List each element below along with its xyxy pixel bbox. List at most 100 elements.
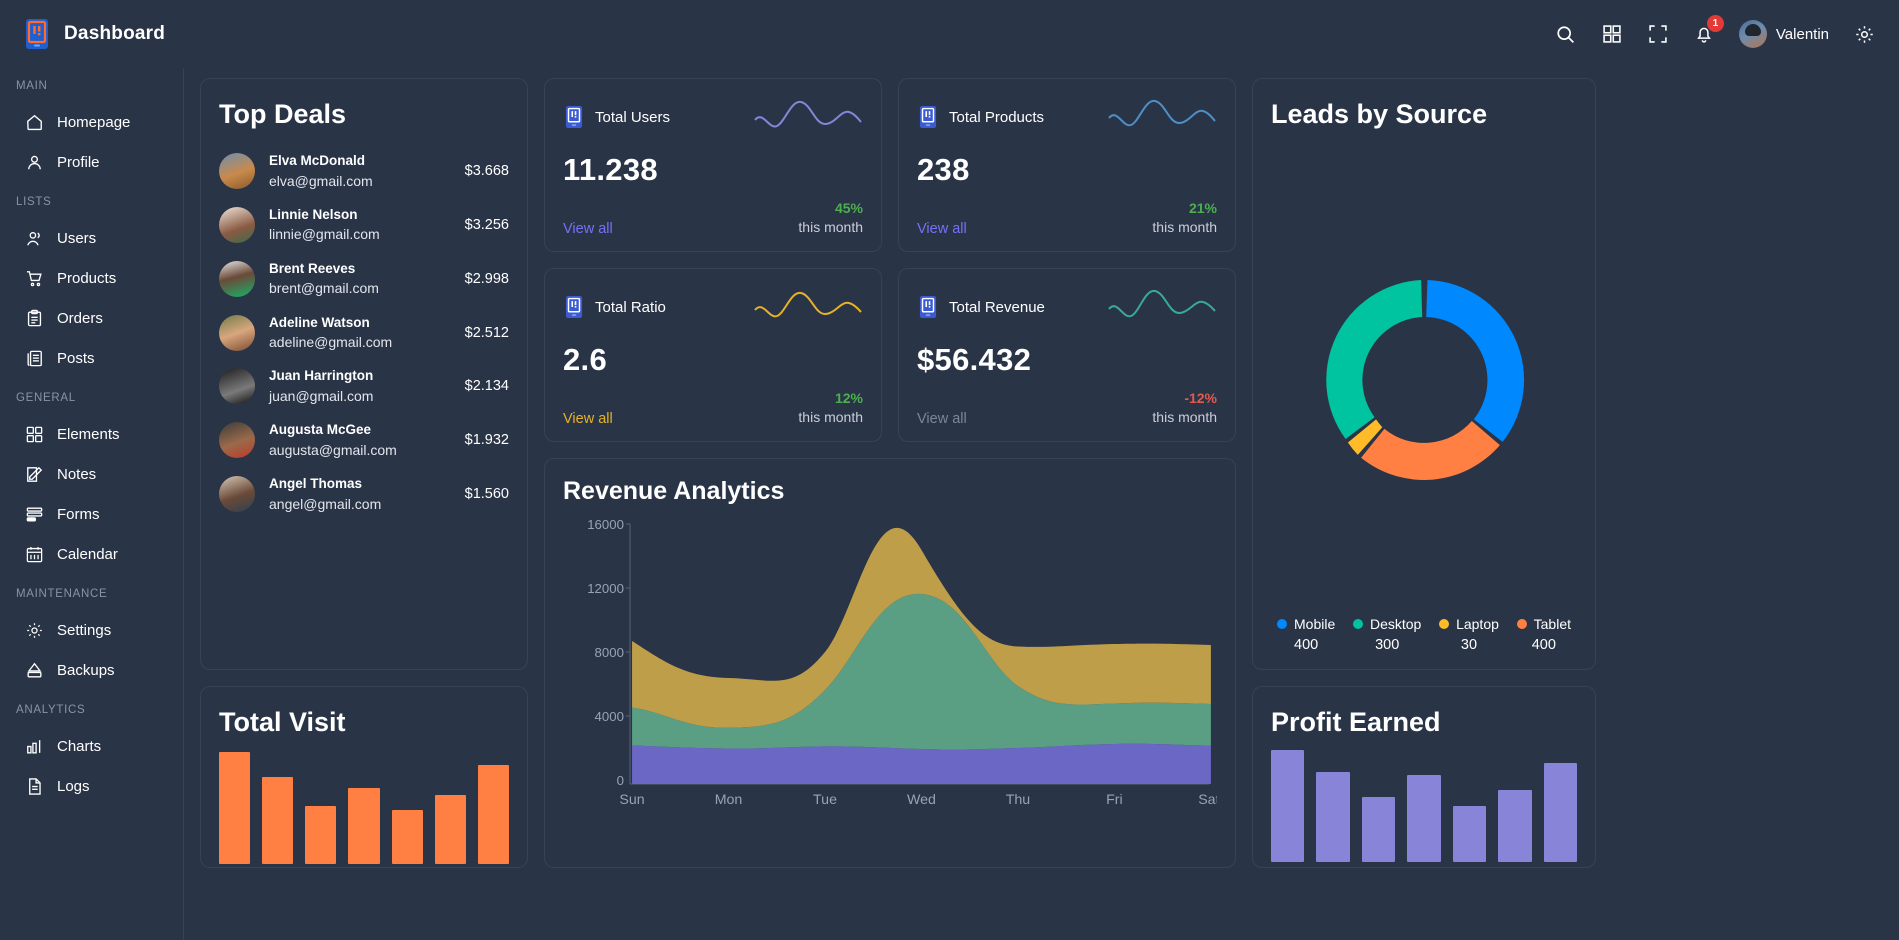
svg-text:Sun: Sun [619, 791, 644, 807]
sidebar-item-homepage[interactable]: Homepage [0, 102, 173, 142]
user-menu[interactable]: Valentin [1739, 20, 1829, 48]
sidebar: MAIN Homepage Profile [0, 68, 184, 940]
kpi-percent: 45% [798, 199, 863, 218]
sidebar-item-forms[interactable]: Forms [0, 494, 173, 534]
sidebar-item-label: Homepage [57, 114, 130, 131]
legend-dot [1353, 619, 1363, 629]
sidebar-item-notes[interactable]: Notes [0, 454, 173, 494]
list-item[interactable]: Linnie Nelson linnie@gmail.com $3.256 [219, 198, 509, 252]
sidebar-item-logs[interactable]: Logs [0, 766, 173, 806]
elements-grid-icon [24, 424, 44, 444]
bar [1271, 750, 1304, 862]
bar [1498, 790, 1531, 862]
user-name: Valentin [1776, 26, 1829, 43]
svg-text:8000: 8000 [595, 645, 624, 660]
sidebar-item-products[interactable]: Products [0, 258, 173, 298]
page-title: Top Deals [219, 99, 509, 130]
kpi-card-total-users: Total Users 11.238 View all 45% this mon… [544, 78, 882, 252]
list-item[interactable]: Elva McDonald elva@gmail.com $3.668 [219, 144, 509, 198]
svg-text:Mon: Mon [715, 791, 743, 807]
posts-icon [24, 348, 44, 368]
sidebar-group-general: GENERAL Elements [0, 382, 183, 574]
list-item[interactable]: Angel Thomas angel@gmail.com $1.560 [219, 467, 509, 521]
list-item[interactable]: Adeline Watson adeline@gmail.com $2.512 [219, 306, 509, 360]
kpi-card-total-products: Total Products 238 View all 21% this mon… [898, 78, 1236, 252]
sidebar-group-main: MAIN Homepage Profile [0, 70, 183, 182]
main-content: Top Deals Elva McDonald elva@gmail.com $… [184, 68, 1899, 940]
sidebar-group-lists: LISTS Users [0, 186, 183, 378]
deal-name: Angel Thomas [269, 474, 451, 494]
avatar [219, 153, 255, 189]
profit-earned-panel: Profit Earned [1252, 686, 1596, 868]
view-all-link[interactable]: View all [563, 221, 613, 237]
sidebar-group-title: ANALYTICS [0, 694, 183, 726]
kpi-period: this month [798, 218, 863, 237]
sidebar-item-elements[interactable]: Elements [0, 414, 173, 454]
app-logo-icon [917, 295, 939, 319]
sidebar-item-settings[interactable]: Settings [0, 610, 173, 650]
kpi-percent: 12% [798, 389, 863, 408]
kpi-value: 238 [917, 152, 1217, 188]
deal-amount: $3.668 [465, 163, 509, 179]
sidebar-item-charts[interactable]: Charts [0, 726, 173, 766]
list-item[interactable]: Brent Reeves brent@gmail.com $2.998 [219, 252, 509, 306]
deal-email: brent@gmail.com [269, 278, 451, 298]
kpi-value: 11.238 [563, 152, 863, 188]
deal-email: augusta@gmail.com [269, 440, 451, 460]
kpi-period: this month [1152, 218, 1217, 237]
sidebar-item-label: Settings [57, 622, 111, 639]
bar [1316, 772, 1349, 862]
document-icon [24, 776, 44, 796]
kpi-period: this month [798, 408, 863, 427]
kpi-title-label: Total Products [949, 109, 1044, 126]
list-item[interactable]: Juan Harrington juan@gmail.com $2.134 [219, 359, 509, 413]
legend-value: 300 [1353, 637, 1421, 653]
avatar [219, 315, 255, 351]
gear-icon[interactable] [1853, 23, 1875, 45]
total-products-spark-chart [1107, 94, 1217, 140]
kpi-title-label: Total Revenue [949, 299, 1045, 316]
deal-email: adeline@gmail.com [269, 332, 451, 352]
total-visit-panel: Total Visit [200, 686, 528, 868]
brand-title: Dashboard [64, 23, 165, 45]
bar [435, 795, 466, 864]
bar [1544, 763, 1577, 862]
avatar [219, 207, 255, 243]
sidebar-item-label: Users [57, 230, 96, 247]
apps-grid-icon[interactable] [1601, 23, 1623, 45]
brand[interactable]: Dashboard [22, 18, 222, 50]
leads-donut-wrap [1271, 144, 1577, 616]
view-all-link[interactable]: View all [917, 221, 967, 237]
kpi-percent: -12% [1152, 389, 1217, 408]
donut-slice-desktop [1326, 280, 1422, 439]
bar [392, 810, 423, 864]
sidebar-item-orders[interactable]: Orders [0, 298, 173, 338]
navbar: Dashboard [0, 0, 1899, 68]
avatar [219, 368, 255, 404]
total-revenue-spark-chart [1107, 284, 1217, 330]
sidebar-item-calendar[interactable]: Calendar [0, 534, 173, 574]
bell-icon[interactable]: 1 [1693, 23, 1715, 45]
cart-icon [24, 268, 44, 288]
revenue-analytics-chart: 16000 12000 8000 4000 0 [563, 512, 1217, 830]
deal-name: Brent Reeves [269, 259, 451, 279]
calendar-icon [24, 544, 44, 564]
view-all-link[interactable]: View all [563, 411, 613, 427]
sidebar-item-backups[interactable]: Backups [0, 650, 173, 690]
leads-title: Leads by Source [1271, 99, 1577, 130]
sidebar-item-posts[interactable]: Posts [0, 338, 173, 378]
sidebar-item-profile[interactable]: Profile [0, 142, 173, 182]
search-icon[interactable] [1555, 23, 1577, 45]
revenue-analytics-panel: Revenue Analytics 16000 12000 8000 4000 … [544, 458, 1236, 868]
sidebar-item-users[interactable]: Users [0, 218, 173, 258]
view-all-link[interactable]: View all [917, 411, 967, 427]
sidebar-group-title: LISTS [0, 186, 183, 218]
fullscreen-icon[interactable] [1647, 23, 1669, 45]
svg-text:4000: 4000 [595, 709, 624, 724]
svg-text:0: 0 [617, 773, 624, 788]
kpi-value: 2.6 [563, 342, 863, 378]
deal-amount: $2.134 [465, 378, 509, 394]
avatar [219, 261, 255, 297]
list-item[interactable]: Augusta McGee augusta@gmail.com $1.932 [219, 413, 509, 467]
sidebar-group-analytics: ANALYTICS Charts [0, 694, 183, 806]
